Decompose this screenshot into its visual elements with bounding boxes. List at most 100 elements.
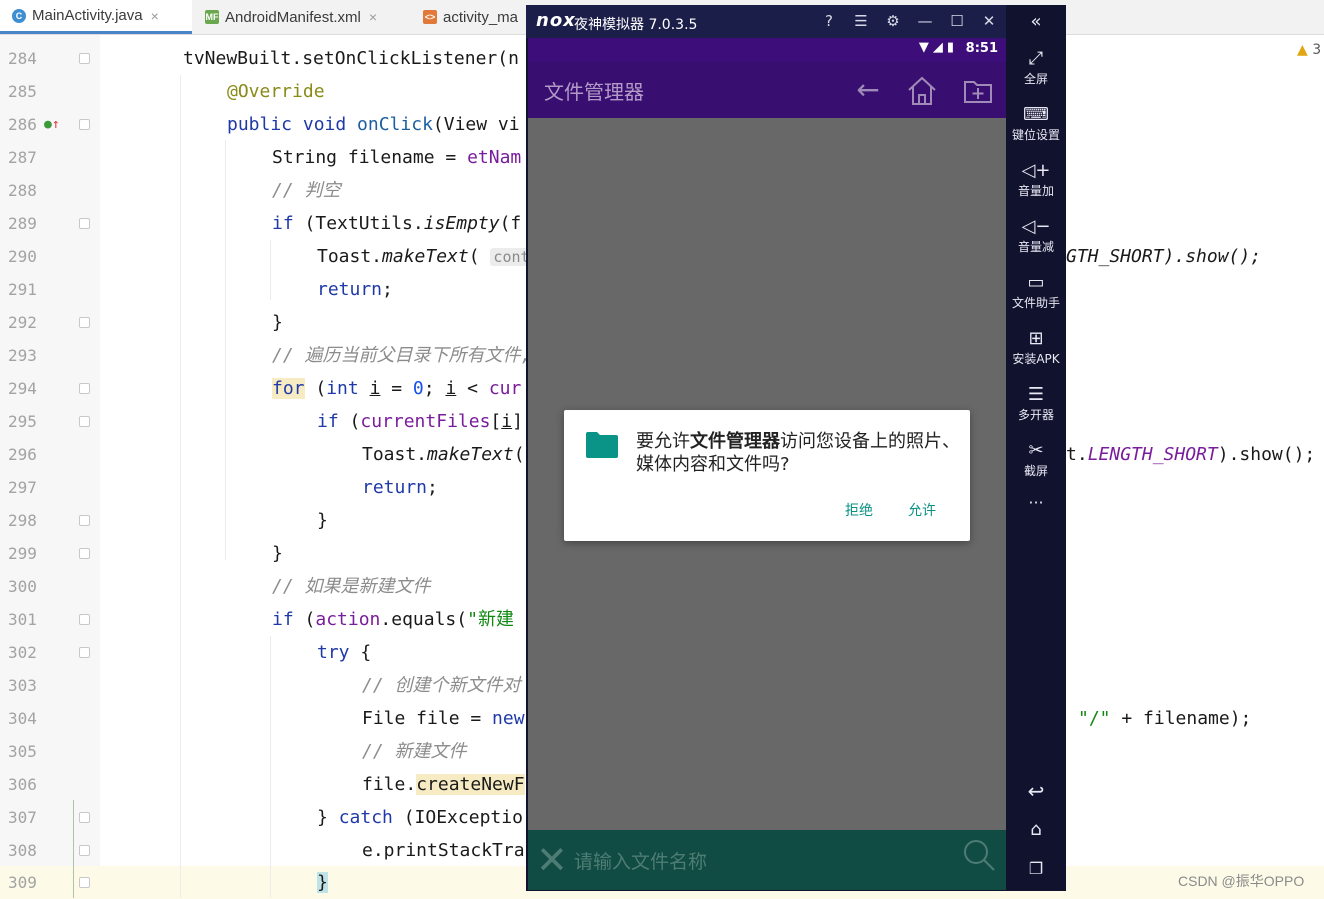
allow-button[interactable]: 允许 xyxy=(908,500,936,520)
tab-activity-main[interactable]: <> activity_ma xyxy=(411,0,526,34)
code-text: // 新建文件 xyxy=(362,741,467,762)
fold-marker[interactable] xyxy=(79,317,90,328)
side-tool-label: 文件助手 xyxy=(1011,296,1060,310)
side-tool-install-apk[interactable]: ⊞ 安装APK xyxy=(1006,328,1066,367)
line-number: 285 xyxy=(8,82,37,101)
side-tool-label: 截屏 xyxy=(1023,464,1048,478)
code-text: } xyxy=(317,872,328,893)
minimize-icon[interactable]: — xyxy=(914,11,936,31)
line-number: 291 xyxy=(8,280,37,299)
fold-marker[interactable] xyxy=(79,614,90,625)
tab-androidmanifest[interactable]: MF AndroidManifest.xml × xyxy=(193,0,411,34)
side-tool-label: 键位设置 xyxy=(1011,128,1060,142)
fold-marker[interactable] xyxy=(79,218,90,229)
line-number: 284 xyxy=(8,49,37,68)
code-text: File file = new xyxy=(362,708,525,729)
side-tool-file-assistant[interactable]: ▭ 文件助手 xyxy=(1006,272,1066,311)
line-number: 294 xyxy=(8,379,37,398)
code-text: Toast.makeText( xyxy=(362,444,525,465)
code-text: // 遍历当前父目录下所有文件, xyxy=(272,345,532,366)
close-icon[interactable]: × xyxy=(369,9,377,25)
side-tool-volume-down[interactable]: ◁− 音量减 xyxy=(1006,216,1066,255)
code-text: return; xyxy=(362,477,438,498)
emulator-title-bar[interactable]: nox 夜神模拟器 7.0.3.5 ? ☰ ⚙ — ☐ ✕ xyxy=(526,5,1006,38)
line-number: 306 xyxy=(8,775,37,794)
line-number: 301 xyxy=(8,610,37,629)
back-arrow-icon[interactable]: ← xyxy=(852,75,884,107)
deny-button[interactable]: 拒绝 xyxy=(845,500,873,520)
code-text: try { xyxy=(317,642,372,663)
side-tool-keymap[interactable]: ⌨ 键位设置 xyxy=(1006,104,1066,143)
android-screen[interactable]: ▼◢▮ 8:51 文件管理器 ← ✕ 请输入文件名称 要允许文件管理器访问您设备… xyxy=(528,38,1006,890)
close-icon[interactable]: ✕ xyxy=(978,11,1000,31)
code-text: } catch (IOExceptio xyxy=(317,807,523,828)
fold-marker[interactable] xyxy=(79,877,90,888)
emulator-window: nox 夜神模拟器 7.0.3.5 ? ☰ ⚙ — ☐ ✕ ▼◢▮ 8:51 文… xyxy=(526,5,1066,891)
help-icon[interactable]: ? xyxy=(818,11,840,31)
fold-marker[interactable] xyxy=(79,119,90,130)
override-gutter-icon[interactable]: ●↑ xyxy=(44,108,60,141)
line-number: 289 xyxy=(8,214,37,233)
line-number: 290 xyxy=(8,247,37,266)
permission-message: 要允许文件管理器访问您设备上的照片、媒体内容和文件吗? xyxy=(636,431,960,475)
permission-dialog: 要允许文件管理器访问您设备上的照片、媒体内容和文件吗? 拒绝 允许 xyxy=(564,410,970,541)
volume-down-icon: ◁− xyxy=(1021,216,1051,237)
app-title: 文件管理器 xyxy=(544,80,644,104)
close-icon[interactable]: × xyxy=(151,8,159,24)
screenshot-icon: ✂ xyxy=(1028,440,1044,461)
android-back-icon[interactable]: ↩ xyxy=(1006,779,1066,803)
line-number: 300 xyxy=(8,577,37,596)
new-folder-icon[interactable] xyxy=(962,75,994,107)
line-number: 302 xyxy=(8,643,37,662)
code-text: // 创建个新文件对 xyxy=(362,675,521,696)
clear-icon[interactable]: ✕ xyxy=(536,840,568,880)
settings-gear-icon[interactable]: ⚙ xyxy=(882,11,904,31)
line-number: 296 xyxy=(8,445,37,464)
line-number: 295 xyxy=(8,412,37,431)
line-number: 297 xyxy=(8,478,37,497)
side-tool-volume-up[interactable]: ◁+ 音量加 xyxy=(1006,160,1066,199)
android-home-icon[interactable]: ⌂ xyxy=(1006,819,1066,840)
fold-marker[interactable] xyxy=(79,647,90,658)
side-tool-label: 多开器 xyxy=(1017,408,1054,422)
fold-marker[interactable] xyxy=(79,515,90,526)
code-text: @Override xyxy=(227,81,325,102)
nox-logo: nox xyxy=(536,10,576,31)
fold-marker[interactable] xyxy=(79,845,90,856)
android-status-bar: ▼◢▮ 8:51 xyxy=(528,38,1006,62)
manifest-file-icon: MF xyxy=(205,10,219,24)
maximize-icon[interactable]: ☐ xyxy=(946,11,968,31)
code-text: if (action.equals("新建 xyxy=(272,609,514,630)
csdn-watermark: CSDN @振华OPPO xyxy=(1178,873,1305,889)
line-number: 308 xyxy=(8,841,37,860)
line-number: 288 xyxy=(8,181,37,200)
search-icon[interactable] xyxy=(962,838,996,872)
code-text: public void onClick(View vi xyxy=(227,114,520,135)
code-text: file.createNewF xyxy=(362,774,525,795)
fold-marker[interactable] xyxy=(79,548,90,559)
line-number: 287 xyxy=(8,148,37,167)
android-recents-icon[interactable]: ❐ xyxy=(1006,859,1066,878)
side-tool-fullscreen[interactable]: ⤢ 全屏 xyxy=(1006,48,1066,87)
search-bar: ✕ 请输入文件名称 xyxy=(528,830,1006,890)
line-number: 305 xyxy=(8,742,37,761)
fold-marker[interactable] xyxy=(79,812,90,823)
more-tools-button[interactable]: ··· xyxy=(1006,493,1066,512)
home-icon[interactable] xyxy=(906,75,938,107)
side-tool-multi-instance[interactable]: ☰ 多开器 xyxy=(1006,384,1066,423)
line-number: 304 xyxy=(8,709,37,728)
line-number: 303 xyxy=(8,676,37,695)
search-input[interactable]: 请输入文件名称 xyxy=(574,847,707,874)
tab-mainactivity[interactable]: C MainActivity.java × xyxy=(0,0,192,34)
line-number: 299 xyxy=(8,544,37,563)
fold-marker[interactable] xyxy=(79,416,90,427)
code-text: e.printStackTra xyxy=(362,840,525,861)
fold-marker[interactable] xyxy=(79,53,90,64)
code-text: } xyxy=(272,543,283,564)
collapse-panel-icon[interactable]: « xyxy=(1006,11,1066,32)
menu-icon[interactable]: ☰ xyxy=(850,11,872,31)
line-number: 307 xyxy=(8,808,37,827)
code-text: for (int i = 0; i < cur xyxy=(272,378,522,399)
fold-marker[interactable] xyxy=(79,383,90,394)
side-tool-screenshot[interactable]: ✂ 截屏 xyxy=(1006,440,1066,479)
